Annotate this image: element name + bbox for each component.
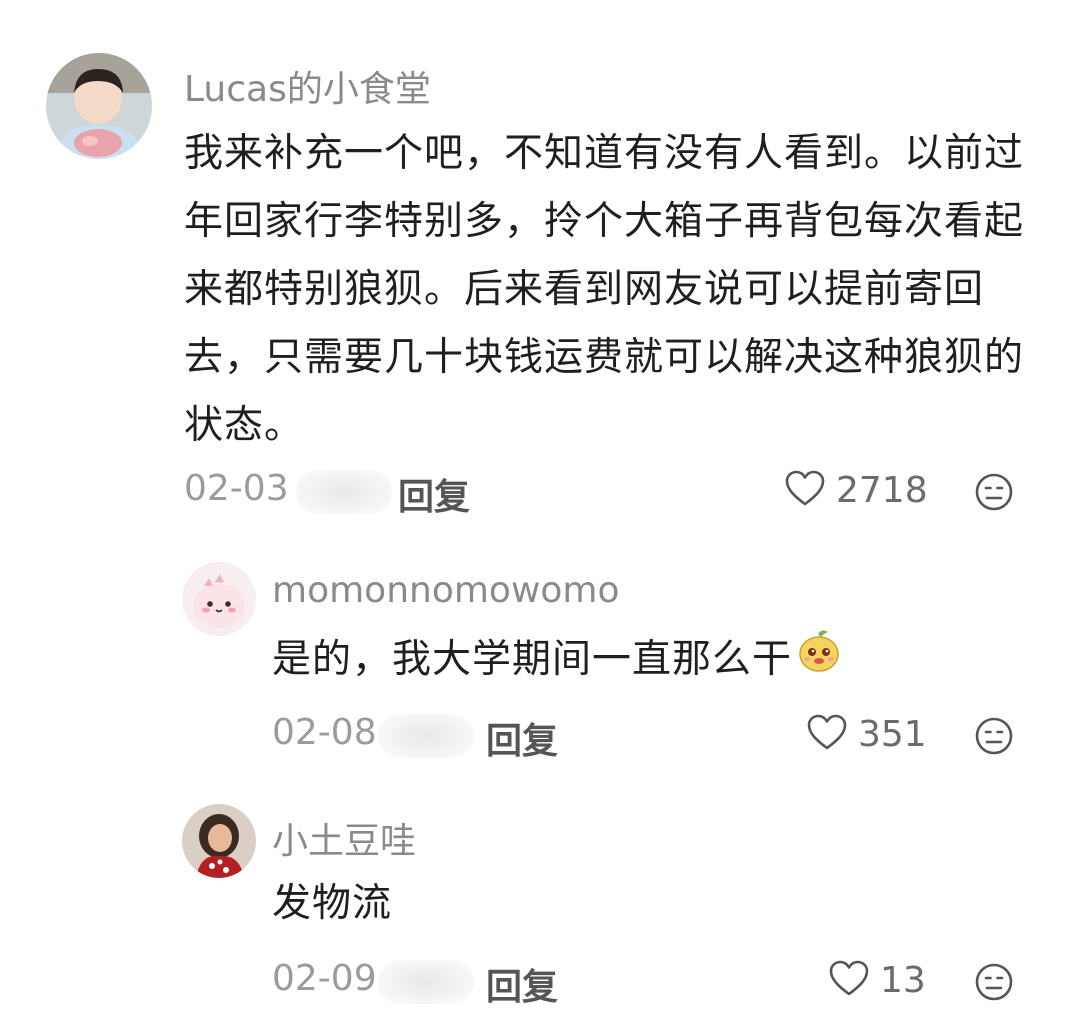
like-button[interactable]: 351 — [806, 712, 927, 756]
avatar[interactable] — [46, 53, 152, 159]
like-count: 2718 — [836, 469, 928, 511]
reply-button[interactable]: 回复 — [486, 712, 558, 764]
reply-button[interactable]: 回复 — [398, 468, 470, 520]
heart-icon — [828, 958, 870, 1002]
dislike-face-icon[interactable] — [974, 962, 1014, 1006]
comment-item: Lucas的小食堂 我来补充一个吧，不知道有没有人看到。以前过年回家行李特别多，… — [0, 0, 1080, 540]
comment-text: 是的，我大学期间一直那么干 — [272, 626, 1052, 696]
comment-meta: 02-03 回复 2718 — [184, 468, 1034, 518]
comment-meta: 02-09 回复 13 — [272, 958, 1034, 1008]
avatar[interactable] — [182, 804, 256, 878]
username[interactable]: Lucas的小食堂 — [184, 60, 431, 112]
blurred-location — [378, 714, 474, 758]
reply-button[interactable]: 回复 — [486, 958, 558, 1010]
comment-text-body: 是的，我大学期间一直那么干 — [272, 637, 793, 682]
comment-date: 02-08 — [272, 712, 377, 753]
username[interactable]: 小土豆哇 — [272, 812, 416, 864]
comment-date: 02-09 — [272, 958, 377, 999]
comment-date: 02-03 — [184, 468, 289, 509]
blurred-location — [378, 960, 474, 1004]
username[interactable]: momonnomowomo — [272, 570, 620, 611]
dislike-face-icon[interactable] — [974, 472, 1014, 516]
heart-icon — [784, 468, 826, 512]
reply-item: 小土豆哇 发物流 02-09 回复 13 — [0, 780, 1080, 1017]
comment-text: 我来补充一个吧，不知道有没有人看到。以前过年回家行李特别多，拎个大箱子再背包每次… — [184, 131, 1025, 448]
heart-icon — [806, 712, 848, 756]
dislike-face-icon[interactable] — [974, 716, 1014, 760]
like-count: 351 — [858, 713, 927, 755]
comment-text: 发物流 — [272, 881, 393, 926]
like-count: 13 — [880, 959, 926, 1001]
potato-emoji-icon — [796, 628, 842, 696]
like-button[interactable]: 13 — [828, 958, 926, 1002]
avatar[interactable] — [182, 562, 256, 636]
like-button[interactable]: 2718 — [784, 468, 928, 512]
comment-meta: 02-08 回复 351 — [272, 712, 1034, 762]
blurred-location — [296, 470, 392, 514]
reply-item: momonnomowomo 是的，我大学期间一直那么干 02-08 回复 351 — [0, 540, 1080, 780]
